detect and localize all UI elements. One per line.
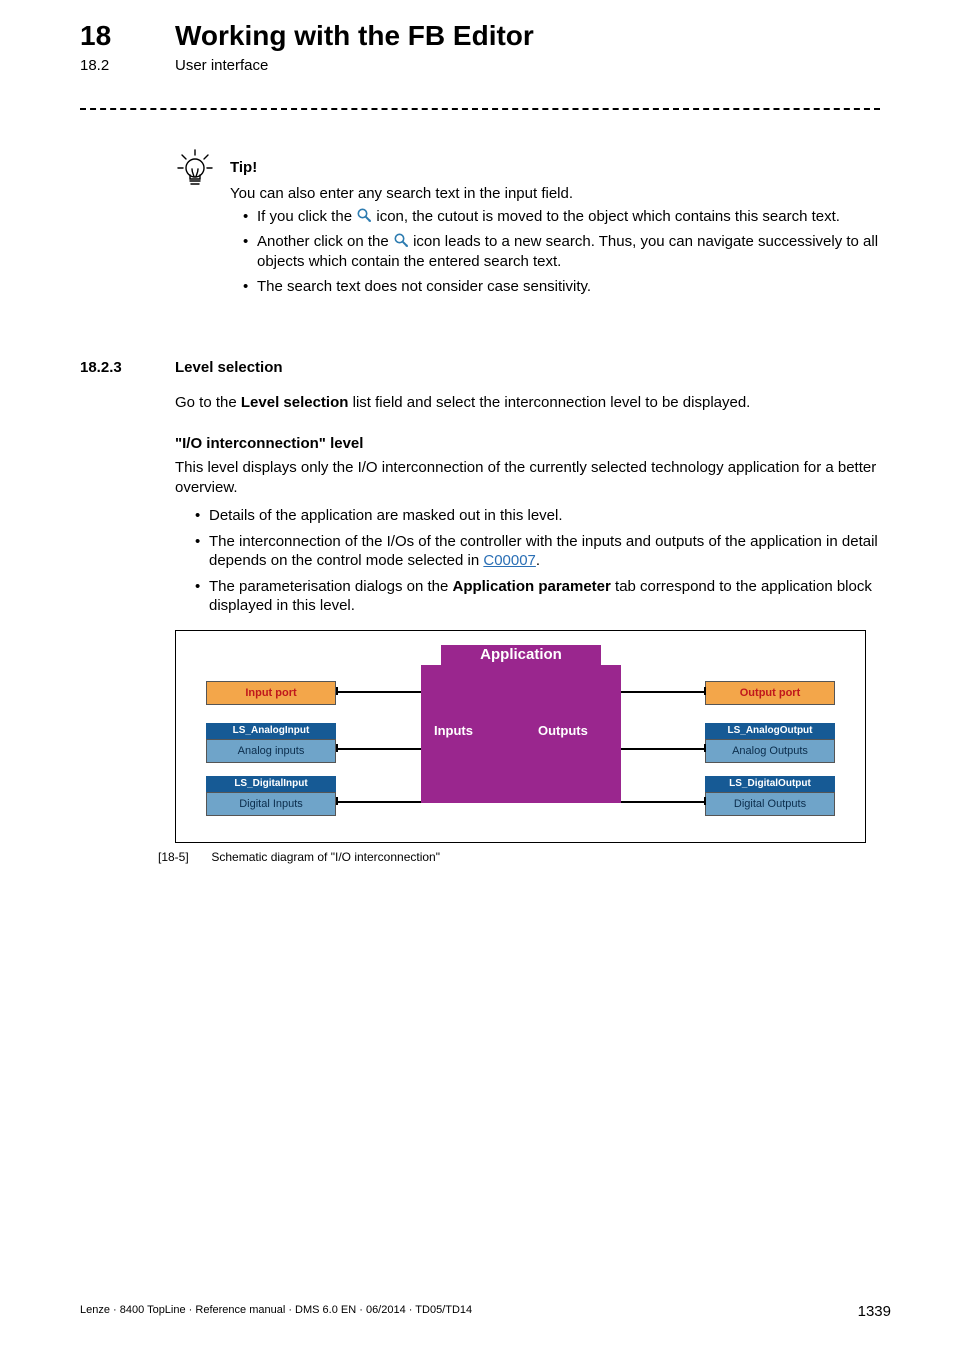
tip-item-2-text-a: Another click on the — [257, 233, 393, 250]
io-diagram: Application Inputs Outputs Input port Ou… — [175, 630, 866, 843]
chapter-number: 18 — [80, 20, 111, 52]
io-level-list: Details of the application are masked ou… — [195, 506, 894, 622]
wire-tick — [704, 687, 706, 695]
diagram-ls-analogoutput-hdr: LS_AnalogOutput — [705, 723, 835, 739]
subsection-intro: Go to the Level selection list field and… — [175, 394, 894, 411]
tip-item-3: The search text does not consider case s… — [243, 277, 894, 297]
diagram-output-port: Output port — [705, 681, 835, 705]
caption-index: [18-5] — [158, 850, 208, 864]
wire-tick — [336, 797, 338, 805]
diagram-ls-digitaloutput-hdr: LS_DigitalOutput — [705, 776, 835, 792]
link-c00007[interactable]: C00007 — [483, 552, 536, 569]
lightbulb-icon — [175, 148, 215, 188]
diagram-ls-digitalinput-hdr: LS_DigitalInput — [206, 776, 336, 792]
io-item-3-bold: Application parameter — [452, 578, 610, 595]
io-item-2b: . — [536, 552, 540, 569]
diagram-ls-digitaloutput: LS_DigitalOutput Digital Outputs — [705, 776, 835, 816]
diagram-ls-analoginput: LS_AnalogInput Analog inputs — [206, 723, 336, 763]
diagram-input-port: Input port — [206, 681, 336, 705]
diagram-ls-digitalinput-label: Digital Inputs — [206, 792, 336, 816]
intro-b: Level selection — [241, 394, 349, 411]
caption-text: Schematic diagram of "I/O interconnectio… — [211, 850, 440, 864]
io-item-3a: The parameterisation dialogs on the — [209, 578, 452, 595]
diagram-ls-digitalinput: LS_DigitalInput Digital Inputs — [206, 776, 336, 816]
tip-item-2: Another click on the icon leads to a new… — [243, 232, 894, 272]
diagram-application-header: Application — [441, 645, 601, 665]
wire-tick — [336, 687, 338, 695]
tip-intro: You can also enter any search text in th… — [230, 185, 573, 202]
footer-left: Lenze · 8400 TopLine · Reference manual … — [80, 1304, 472, 1316]
io-level-heading: "I/O interconnection" level — [175, 435, 363, 452]
subsection-title: Level selection — [175, 359, 283, 376]
diagram-outputs-label: Outputs — [538, 723, 588, 738]
footer-page-number: 1339 — [858, 1303, 891, 1320]
wire-tick — [336, 744, 338, 752]
io-item-2: The interconnection of the I/Os of the c… — [195, 532, 894, 571]
wire — [621, 691, 706, 693]
wire-tick — [704, 797, 706, 805]
tip-label: Tip! — [230, 159, 257, 176]
diagram-ls-analoginput-hdr: LS_AnalogInput — [206, 723, 336, 739]
diagram-output-port-label: Output port — [705, 681, 835, 705]
io-level-para: This level displays only the I/O interco… — [175, 458, 894, 497]
diagram-inputs-label: Inputs — [434, 723, 473, 738]
header-rule — [80, 108, 880, 110]
section-number: 18.2 — [80, 57, 109, 74]
tip-item-1-text-a: If you click the — [257, 208, 356, 225]
tip-item-1-text-b: icon, the cutout is moved to the object … — [372, 208, 840, 225]
wire — [336, 691, 421, 693]
subsection-number: 18.2.3 — [80, 359, 122, 376]
wire — [621, 801, 706, 803]
intro-a: Go to the — [175, 394, 241, 411]
io-item-3: The parameterisation dialogs on the Appl… — [195, 577, 894, 616]
wire — [336, 801, 421, 803]
diagram-ls-analogoutput: LS_AnalogOutput Analog Outputs — [705, 723, 835, 763]
wire — [621, 748, 706, 750]
diagram-caption: [18-5] Schematic diagram of "I/O interco… — [158, 850, 440, 864]
wire — [336, 748, 421, 750]
diagram-ls-digitaloutput-label: Digital Outputs — [705, 792, 835, 816]
chapter-title: Working with the FB Editor — [175, 20, 534, 52]
tip-list: If you click the icon, the cutout is mov… — [243, 207, 894, 302]
intro-c: list field and select the interconnectio… — [348, 394, 750, 411]
magnifier-icon — [393, 232, 409, 248]
tip-item-1: If you click the icon, the cutout is mov… — [243, 207, 894, 227]
magnifier-icon — [356, 207, 372, 223]
io-item-2a: The interconnection of the I/Os of the c… — [209, 533, 878, 570]
diagram-input-port-label: Input port — [206, 681, 336, 705]
io-item-1: Details of the application are masked ou… — [195, 506, 894, 526]
diagram-ls-analogoutput-label: Analog Outputs — [705, 739, 835, 763]
diagram-ls-analoginput-label: Analog inputs — [206, 739, 336, 763]
section-title: User interface — [175, 57, 268, 74]
wire-tick — [704, 744, 706, 752]
